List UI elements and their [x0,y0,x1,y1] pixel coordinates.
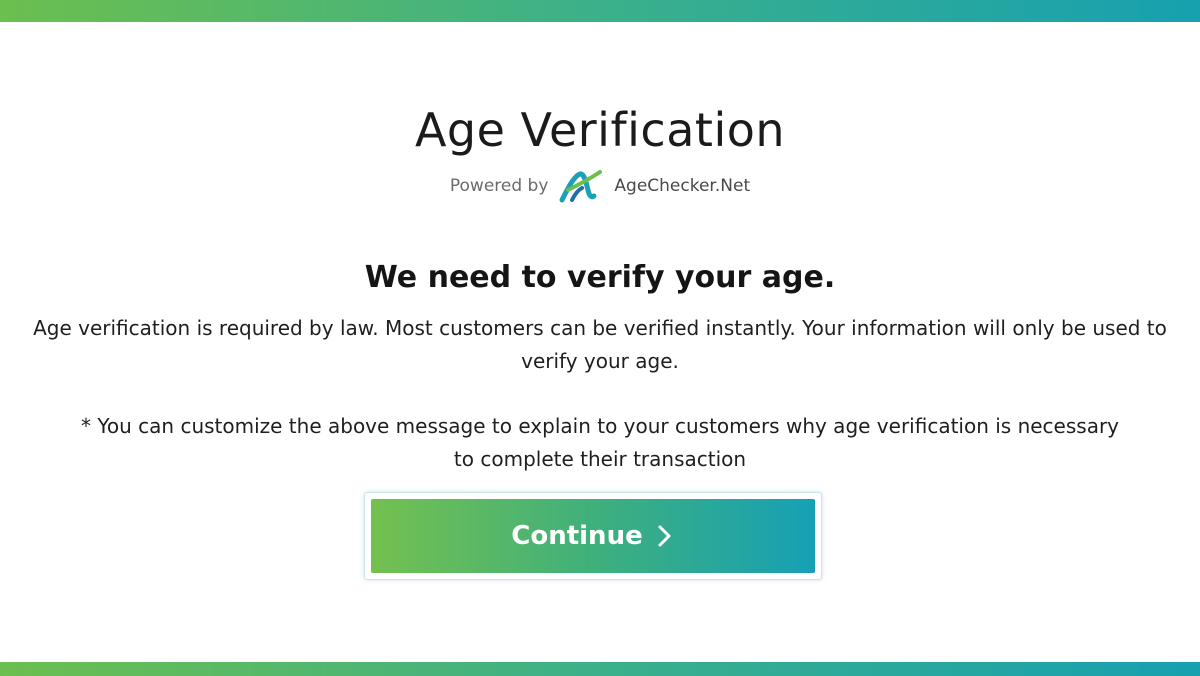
continue-button-focus-ring: Continue [364,492,822,580]
continue-button[interactable]: Continue [371,499,815,573]
bottom-gradient-bar [0,662,1200,676]
customization-note: * You can customize the above message to… [80,414,1120,471]
verification-message: Age verification is required by law. Mos… [33,316,1167,373]
top-gradient-bar [0,0,1200,22]
header: Age Verification Powered by AgeChecker.N… [0,100,1200,204]
powered-by: Powered by AgeChecker.Net [0,168,1200,204]
agechecker-logo-icon [558,168,604,204]
brand-name: AgeChecker.Net [614,176,751,196]
powered-by-label: Powered by [449,176,549,196]
chevron-right-icon [655,523,675,549]
continue-button-label: Continue [511,521,643,551]
page-title: Age Verification [414,103,786,157]
verify-heading: We need to verify your age. [364,260,836,295]
